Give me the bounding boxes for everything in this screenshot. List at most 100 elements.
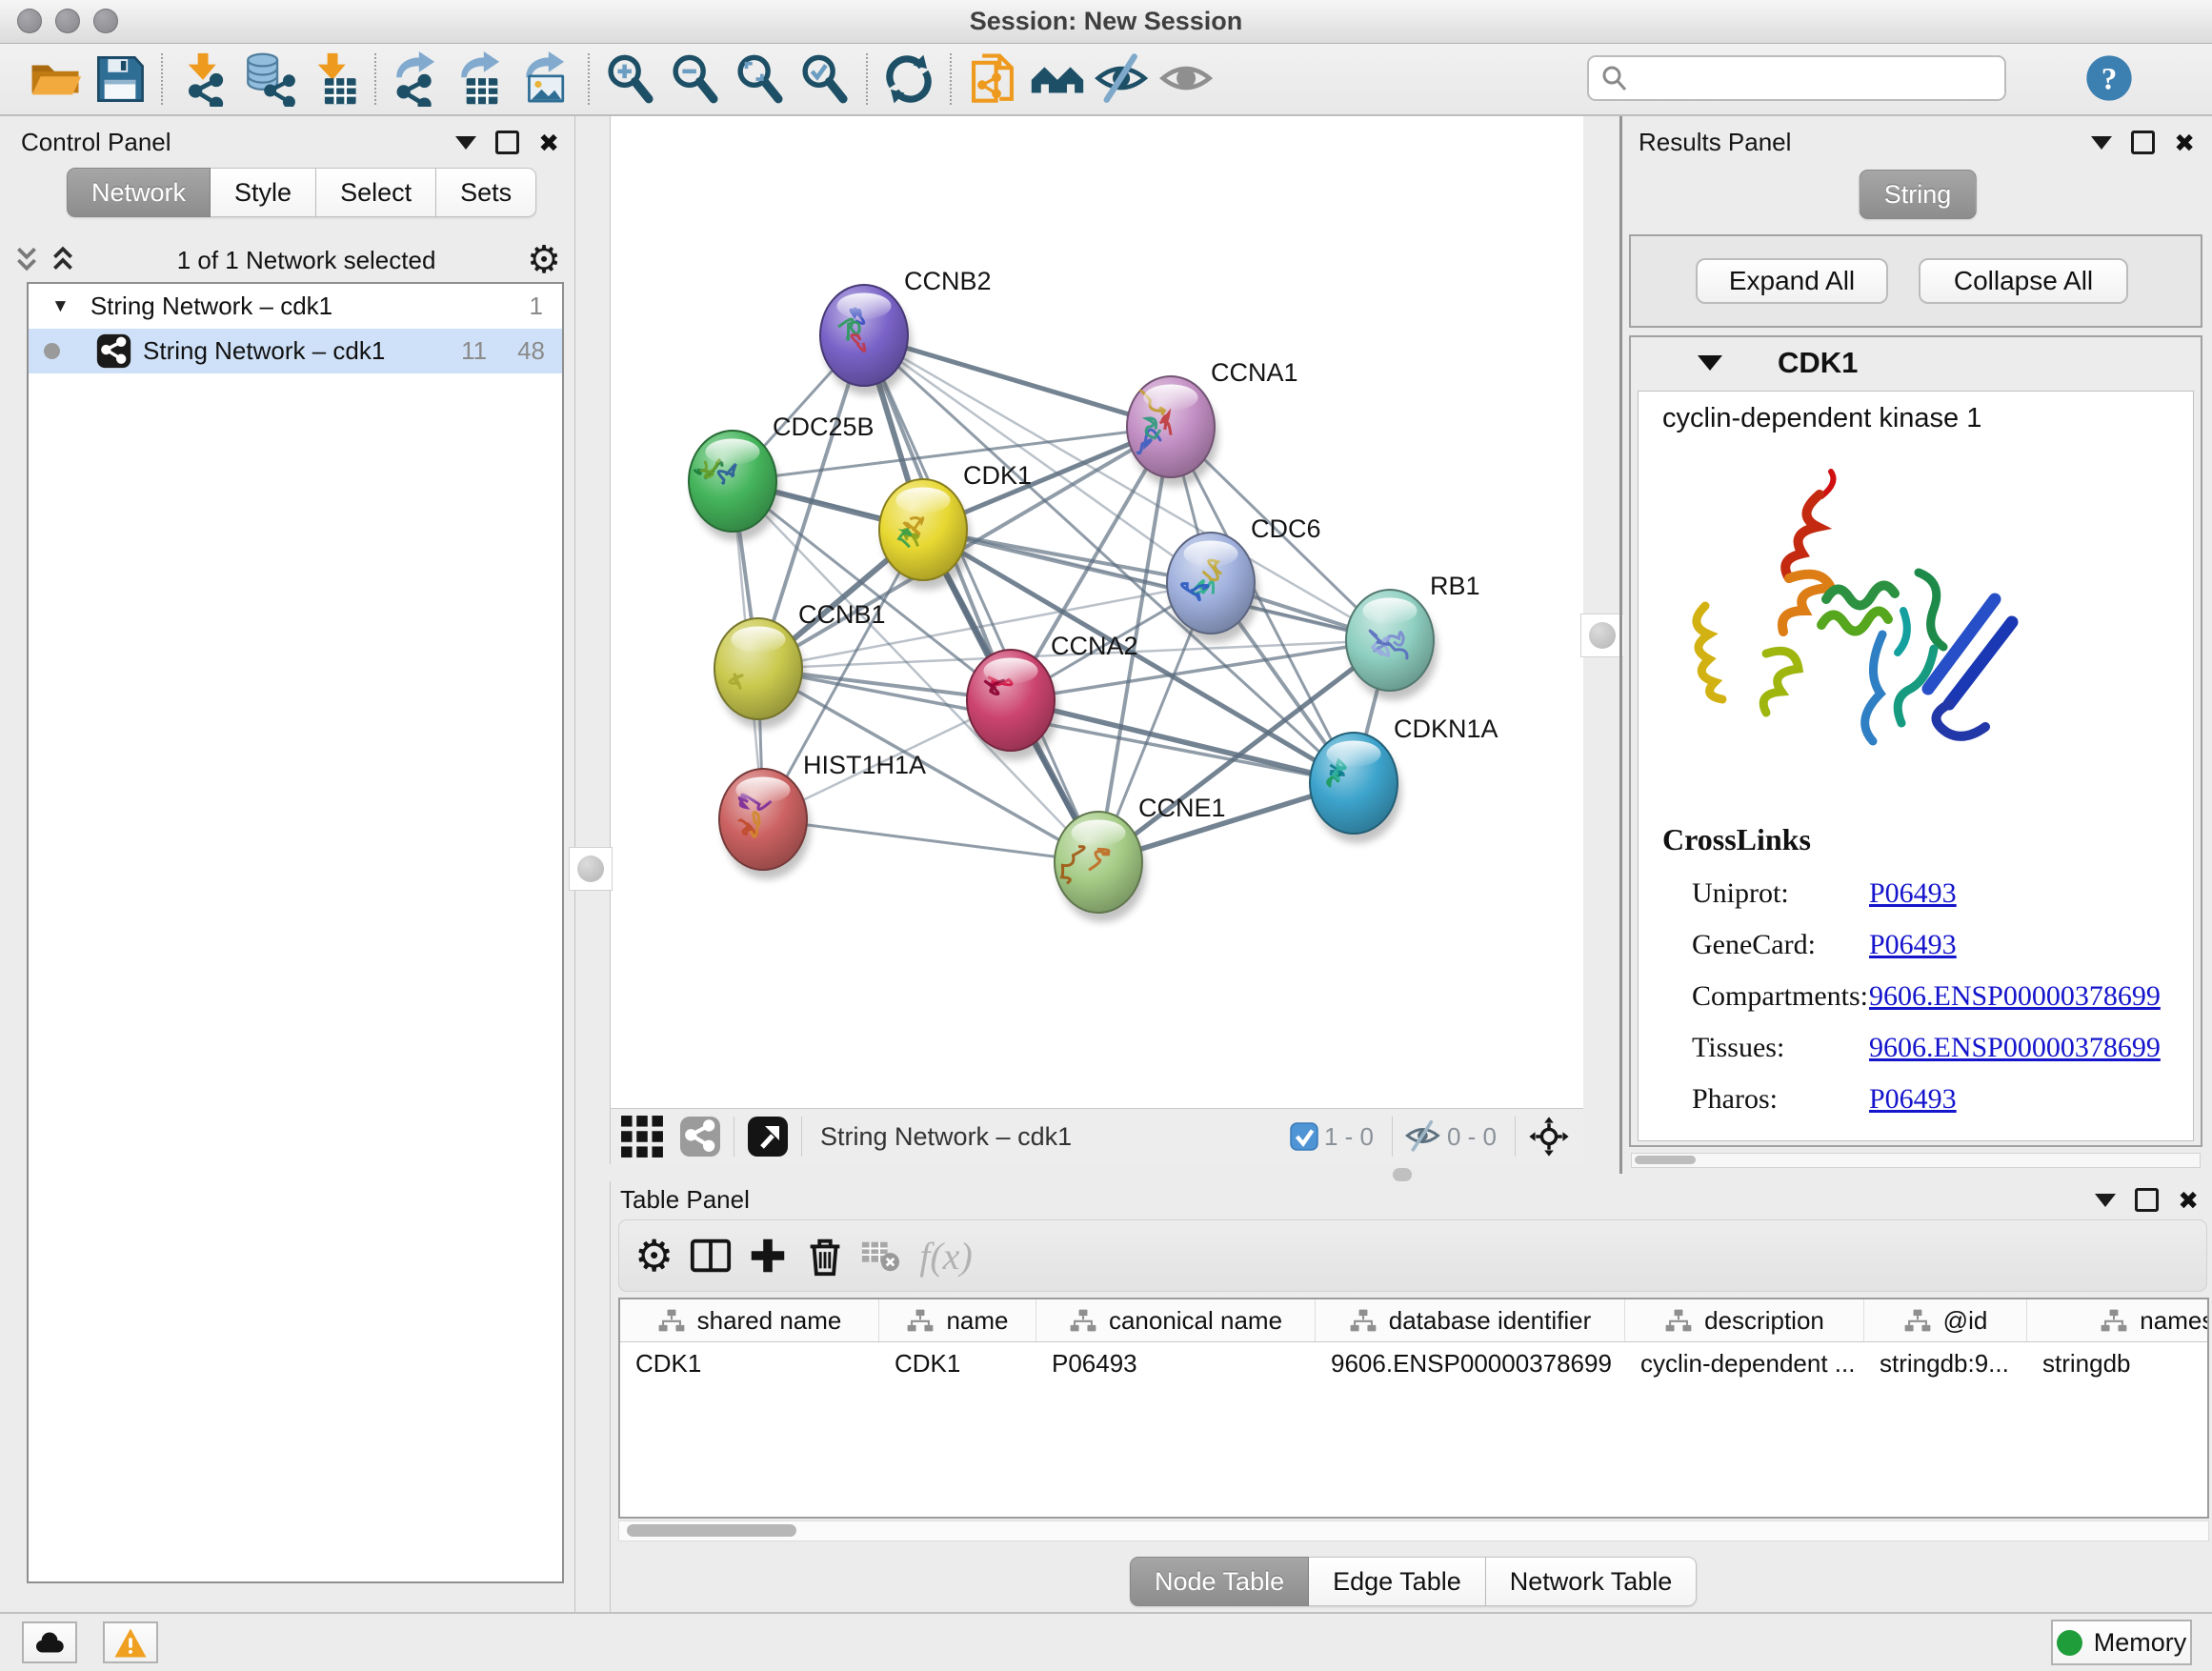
network-node[interactable]: CDC25B [689, 413, 875, 541]
table-cell[interactable]: CDK1 [620, 1342, 879, 1384]
collection-disclosure-icon[interactable]: ▼ [51, 296, 70, 317]
warning-status-button[interactable] [103, 1621, 158, 1663]
network-collection-row[interactable]: ▼ String Network – cdk1 1 [29, 284, 562, 329]
panel-close-icon[interactable]: ✖ [2178, 1190, 2199, 1211]
tab-network[interactable]: Network [67, 168, 211, 217]
expand-all-button[interactable]: Expand All [1696, 258, 1888, 304]
import-network-database-icon[interactable] [241, 51, 296, 107]
bottom-splitter-handle[interactable] [1393, 1168, 1412, 1181]
panel-menu-icon[interactable] [2091, 136, 2112, 150]
zoom-in-icon[interactable] [603, 51, 658, 107]
tab-style[interactable]: Style [211, 168, 316, 217]
network-share-view-icon[interactable] [679, 1116, 721, 1158]
cloud-status-button[interactable] [22, 1621, 77, 1663]
tab-string[interactable]: String [1860, 170, 1977, 219]
expand-all-networks-icon[interactable] [13, 246, 40, 274]
network-node[interactable]: RB1 [1346, 572, 1480, 700]
results-scrollbar-thumb[interactable] [1635, 1156, 1696, 1164]
clone-network-icon[interactable] [965, 51, 1020, 107]
panel-menu-icon[interactable] [455, 136, 476, 150]
tab-sets[interactable]: Sets [436, 168, 536, 217]
selected-checkbox-icon[interactable] [1290, 1122, 1318, 1151]
export-image-icon[interactable] [519, 51, 574, 107]
tab-select[interactable]: Select [316, 168, 436, 217]
results-scrollbar[interactable] [1631, 1153, 2201, 1168]
network-edge[interactable] [763, 819, 1098, 862]
grid-view-icon[interactable] [620, 1115, 664, 1158]
search-input[interactable] [1637, 58, 1993, 98]
crosslink-pharoslink[interactable]: P06493 [1869, 1083, 1957, 1116]
table-row[interactable]: CDK1CDK1P064939606.ENSP00000378699cyclin… [620, 1342, 2207, 1384]
zoom-fit-icon[interactable] [733, 51, 788, 107]
column-header-namespace[interactable]: namespace [2027, 1299, 2209, 1341]
export-table-icon[interactable] [454, 51, 510, 107]
hidden-eye-slash-icon[interactable] [1405, 1120, 1441, 1153]
table-cell[interactable]: CDK1 [879, 1342, 1036, 1384]
table-cell[interactable]: stringdb:9... [1864, 1342, 2027, 1384]
memory-button[interactable]: Memory [2051, 1620, 2192, 1665]
entry-header[interactable]: CDK1 [1631, 337, 2201, 389]
table-cell[interactable]: 9606.ENSP00000378699 [1316, 1342, 1625, 1384]
crosslink-uniprotlink[interactable]: P06493 [1869, 877, 1957, 910]
table-cell[interactable]: cyclin-dependent ... [1625, 1342, 1864, 1384]
import-table-file-icon[interactable] [306, 51, 361, 107]
column-header-description[interactable]: description [1625, 1299, 1864, 1341]
show-all-icon[interactable] [1159, 51, 1215, 107]
network-options-gear-icon[interactable]: ⚙ [527, 241, 561, 279]
add-column-icon[interactable] [746, 1234, 790, 1278]
table-cell[interactable]: stringdb [2027, 1342, 2209, 1384]
network-node[interactable]: CCNE1 [1055, 794, 1226, 922]
panel-close-icon[interactable]: ✖ [2174, 132, 2195, 153]
network-node[interactable]: CDKN1A [1310, 715, 1498, 843]
hide-selected-icon[interactable] [1095, 51, 1150, 107]
network-canvas[interactable]: CCNB2CCNA1CDC25BCDK1CDC6RB1CCNB1CCNA2CDK… [610, 116, 1583, 1108]
table-cell[interactable]: P06493 [1036, 1342, 1316, 1384]
entry-description: cyclin-dependent kinase 1 [1662, 403, 1981, 434]
network-edge[interactable] [864, 335, 1098, 862]
center-network-icon[interactable] [1528, 1116, 1570, 1158]
column-header-id[interactable]: @id [1864, 1299, 2027, 1341]
right-splitter-handle[interactable] [1580, 614, 1624, 657]
table-scrollbar-thumb[interactable] [627, 1524, 796, 1537]
search-box[interactable] [1587, 55, 2006, 101]
column-header-database-identifier[interactable]: database identifier [1316, 1299, 1625, 1341]
collapse-all-networks-icon[interactable] [50, 246, 76, 274]
panel-close-icon[interactable]: ✖ [538, 132, 559, 153]
column-header-shared-name[interactable]: shared name [620, 1299, 879, 1341]
panel-float-icon[interactable] [495, 131, 519, 154]
panel-menu-icon[interactable] [2095, 1194, 2116, 1207]
network-node[interactable]: CDK1 [879, 461, 1032, 590]
entry-disclosure-icon[interactable] [1698, 355, 1722, 371]
crosslink-tissueslink[interactable]: 9606.ENSP00000378699 [1869, 1032, 2161, 1064]
save-session-icon[interactable] [92, 51, 148, 107]
tab-network-table[interactable]: Network Table [1486, 1557, 1698, 1606]
crosslink-compartmentslink[interactable]: 9606.ENSP00000378699 [1869, 980, 2161, 1013]
open-file-icon[interactable] [28, 51, 83, 107]
panel-float-icon[interactable] [2135, 1188, 2159, 1212]
table-horizontal-scrollbar[interactable] [618, 1520, 2209, 1541]
help-button[interactable]: ? [2082, 51, 2136, 105]
network-row-selected[interactable]: String Network – cdk1 11 48 [29, 329, 562, 373]
panel-float-icon[interactable] [2131, 131, 2155, 154]
network-node[interactable]: CCNB2 [820, 267, 992, 395]
column-header-canonical-name[interactable]: canonical name [1036, 1299, 1316, 1341]
export-network-icon[interactable] [390, 51, 445, 107]
results-panel-divider[interactable] [1619, 116, 1622, 1174]
tab-edge-table[interactable]: Edge Table [1309, 1557, 1486, 1606]
apply-preferred-layout-icon[interactable] [881, 51, 936, 107]
zoom-selected-icon[interactable] [797, 51, 853, 107]
zoom-out-icon[interactable] [668, 51, 723, 107]
table-options-gear-icon[interactable]: ⚙ [634, 1234, 674, 1278]
show-columns-icon[interactable] [689, 1234, 733, 1278]
network-node[interactable]: HIST1H1A [719, 751, 926, 879]
first-neighbors-icon[interactable] [1030, 51, 1085, 107]
birdseye-view-icon[interactable] [747, 1116, 789, 1158]
collapse-all-button[interactable]: Collapse All [1919, 258, 2128, 304]
left-splitter-handle[interactable] [569, 847, 613, 891]
tab-node-table[interactable]: Node Table [1130, 1557, 1309, 1606]
crosslink-genecardlink[interactable]: P06493 [1869, 929, 1957, 961]
column-header-name[interactable]: name [879, 1299, 1036, 1341]
delete-column-icon[interactable] [803, 1234, 847, 1278]
network-node[interactable]: CDC6 [1167, 514, 1321, 643]
import-network-file-icon[interactable] [176, 51, 231, 107]
